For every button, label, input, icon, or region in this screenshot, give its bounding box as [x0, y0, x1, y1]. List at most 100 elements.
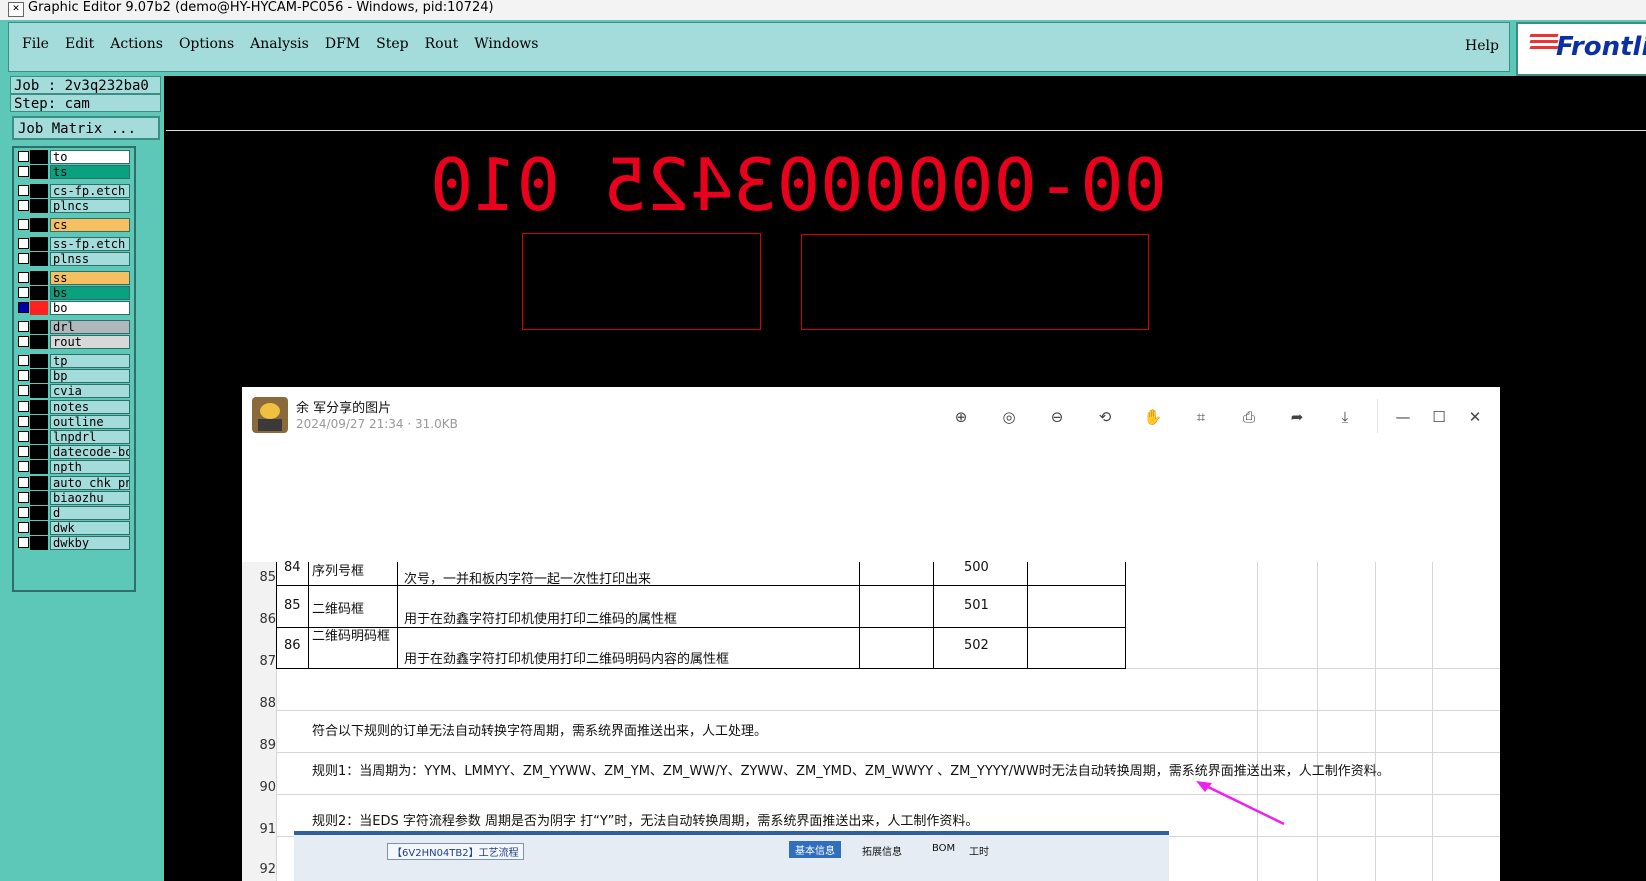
layer-checkbox[interactable] — [18, 537, 29, 549]
layer-row-outline[interactable]: outline — [16, 414, 132, 429]
layer-checkbox[interactable] — [18, 415, 29, 427]
layer-name: bo — [50, 301, 130, 316]
layer-checkbox[interactable] — [18, 151, 29, 162]
layer-checkbox[interactable] — [18, 507, 29, 518]
avatar[interactable] — [252, 397, 288, 433]
tab-work-hours[interactable]: 工时 — [969, 843, 989, 858]
taskbar-item[interactable]: 【6V2HN04TB2】工艺流程 — [387, 843, 524, 860]
layer-name: ss-fp.etch — [50, 236, 130, 251]
layer-row-ts[interactable]: ts — [16, 165, 132, 180]
layer-row-d[interactable]: d — [16, 506, 132, 520]
layer-row-cs-fp-etch[interactable]: cs-fp.etch — [16, 184, 132, 198]
layer-row-bo[interactable]: bo — [16, 301, 132, 316]
layer-row-lnpdrl[interactable]: lnpdrl — [16, 430, 132, 444]
tab-basic-info[interactable]: 基本信息 — [789, 841, 841, 858]
hand-icon[interactable]: ✋ — [1143, 407, 1163, 427]
layer-row-bp[interactable]: bp — [16, 369, 132, 384]
layer-checkbox[interactable] — [18, 237, 29, 249]
menu-item-analysis[interactable]: Analysis — [250, 36, 309, 52]
layer-row-npth[interactable]: npth — [16, 460, 132, 475]
layer-row-bs[interactable]: bs — [16, 286, 132, 300]
menu-item-windows[interactable]: Windows — [474, 36, 538, 52]
zoom-in-icon[interactable]: ⊕ — [951, 407, 971, 427]
menu-item-dfm[interactable]: DFM — [325, 36, 360, 52]
close-icon[interactable]: ✕ — [1465, 407, 1485, 427]
share-icon[interactable]: ➦ — [1287, 407, 1307, 427]
image-viewer-window: 余 军分享的图片 2024/09/27 21:34 · 31.0KB ⊕ ◎ ⊖… — [242, 387, 1500, 881]
layer-checkbox[interactable] — [18, 287, 29, 298]
layer-row-to[interactable]: to — [16, 150, 132, 164]
minimize-icon[interactable]: — — [1393, 407, 1413, 427]
cell-desc: 用于在劲鑫字符打印机使用打印二维码的属性框 — [404, 612, 678, 627]
cell-id: 86 — [284, 638, 301, 653]
tab-bom[interactable]: BOM — [932, 843, 955, 854]
layer-color-swatch — [30, 301, 48, 316]
menu-help[interactable]: Help — [1465, 38, 1499, 54]
row-number: 87 — [259, 654, 276, 669]
menu-item-file[interactable]: File — [22, 36, 49, 52]
layer-checkbox[interactable] — [18, 491, 29, 503]
layer-checkbox[interactable] — [18, 476, 29, 488]
layer-checkbox[interactable] — [18, 400, 29, 412]
layer-checkbox[interactable] — [18, 385, 29, 397]
table-border — [308, 562, 309, 668]
layer-checkbox[interactable] — [18, 321, 29, 332]
menu-item-rout[interactable]: Rout — [425, 36, 459, 52]
layer-checkbox[interactable] — [18, 336, 29, 348]
cell-code: 501 — [964, 598, 989, 613]
layer-row-dwk[interactable]: dwk — [16, 521, 132, 536]
layer-checkbox[interactable] — [18, 302, 29, 314]
ocr-icon[interactable]: ⌗ — [1191, 407, 1211, 427]
layer-name: datecode-bo — [50, 445, 130, 460]
layer-row-cs[interactable]: cs — [16, 218, 132, 232]
menu-item-edit[interactable]: Edit — [65, 36, 94, 52]
layer-checkbox[interactable] — [18, 522, 29, 534]
layer-row-auto-chk-pnl[interactable]: auto_chk_pnl — [16, 475, 132, 490]
actual-size-icon[interactable]: ◎ — [999, 407, 1019, 427]
layer-color-swatch — [30, 236, 48, 251]
job-matrix-button[interactable]: Job Matrix ... — [12, 116, 160, 140]
menu-item-actions[interactable]: Actions — [110, 36, 163, 52]
layer-checkbox[interactable] — [18, 446, 29, 458]
layer-row-cvia[interactable]: cvia — [16, 384, 132, 399]
row-number: 91 — [259, 822, 276, 837]
layer-checkbox[interactable] — [18, 431, 29, 442]
layer-name: notes — [50, 399, 130, 414]
layer-row-ss[interactable]: ss — [16, 270, 132, 285]
layer-checkbox[interactable] — [18, 219, 29, 230]
menu-item-options[interactable]: Options — [179, 36, 234, 52]
rotate-icon[interactable]: ⟲ — [1095, 407, 1115, 427]
layer-checkbox[interactable] — [18, 271, 29, 283]
print-icon[interactable]: ⎙ — [1239, 407, 1259, 427]
layer-row-ss-fp-etch[interactable]: ss-fp.etch — [16, 236, 132, 251]
layer-row-plncs[interactable]: plncs — [16, 199, 132, 214]
maximize-icon[interactable]: ☐ — [1429, 407, 1449, 427]
download-icon[interactable]: ⤓ — [1335, 407, 1355, 427]
layer-row-plnss[interactable]: plnss — [16, 252, 132, 266]
layer-checkbox[interactable] — [18, 253, 29, 264]
layer-name: bs — [50, 286, 130, 300]
menu-item-step[interactable]: Step — [376, 36, 408, 52]
zoom-out-icon[interactable]: ⊖ — [1047, 407, 1067, 427]
layer-checkbox[interactable] — [18, 166, 29, 178]
layer-row-rout[interactable]: rout — [16, 335, 132, 350]
layer-color-swatch — [30, 414, 48, 429]
layer-row-notes[interactable]: notes — [16, 399, 132, 414]
cell-id: 85 — [284, 598, 301, 613]
table-border — [933, 562, 934, 668]
layer-row-biaozhu[interactable]: biaozhu — [16, 490, 132, 505]
layer-checkbox[interactable] — [18, 185, 29, 196]
table-border — [276, 668, 1126, 669]
layer-name: outline — [50, 414, 130, 429]
layer-checkbox[interactable] — [18, 355, 29, 366]
layer-checkbox[interactable] — [18, 200, 29, 212]
layer-checkbox[interactable] — [18, 370, 29, 382]
layer-row-datecode-bo[interactable]: datecode-bo — [16, 445, 132, 460]
layer-checkbox[interactable] — [18, 461, 29, 473]
layer-row-dwkby[interactable]: dwkby — [16, 536, 132, 551]
tab-extended-info[interactable]: 拓展信息 — [862, 843, 902, 858]
viewer-meta: 2024/09/27 21:34 · 31.0KB — [296, 417, 458, 431]
viewer-header: 余 军分享的图片 2024/09/27 21:34 · 31.0KB ⊕ ◎ ⊖… — [242, 387, 1500, 447]
layer-row-drl[interactable]: drl — [16, 320, 132, 334]
layer-row-tp[interactable]: tp — [16, 354, 132, 368]
